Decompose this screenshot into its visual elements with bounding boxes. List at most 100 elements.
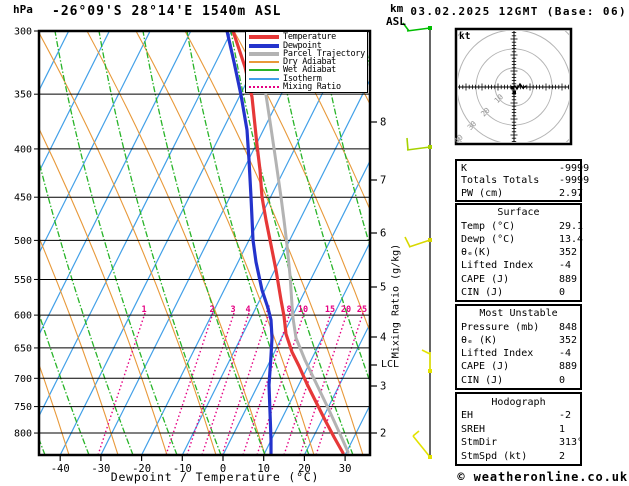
index-value: 352 [559,247,578,258]
pressure-tick-label: 700 [14,374,32,385]
indices-row: StmSpd (kt) 2 [457,450,580,463]
pressure-tick-label: 350 [14,90,32,101]
legend-swatch-temperature [249,35,279,40]
wind-barb-staff [406,146,431,151]
index-value: 848 [559,321,578,333]
wind-barb-marker [428,238,432,242]
wind-barb-feather [421,349,431,355]
index-label: SREH [461,423,486,435]
index-label: EH [461,410,474,421]
index-label: Pressure (mb) [461,321,540,333]
altitude-tick-label: 3 [380,381,386,393]
mixing-ratio-value-label: 15 [325,305,335,315]
wind-barb-feather [406,137,409,151]
mixing-ratio-value-label: 3 [230,305,235,315]
mixing-ratio-value-label: 2 [209,305,214,315]
indices-row: CIN (J) 0 [457,286,580,299]
hodograph-unit-label: kt [459,31,471,42]
wind-barb-marker [428,145,432,149]
legend-label: Mixing Ratio [283,81,341,92]
indices-row: Pressure (mb) 848 [457,321,580,334]
pressure-tick-label: 450 [14,193,32,204]
index-label: Lifted Index [461,260,534,272]
altitude-tick-label: 2 [380,428,386,440]
indices-row: Totals Totals -9999 [457,174,589,187]
mixing-ratio-axis-label: Mixing Ratio (g/kg) [390,243,402,359]
legend-swatch-dewpoint [249,43,279,48]
pressure-unit-label: hPa [13,3,33,16]
indices-row: StmDir 313° [457,436,584,449]
index-value: -2 [559,410,572,421]
index-value: 2.97 [559,187,584,199]
indices-row: Lifted Index -4 [457,347,580,360]
wind-barb-marker [428,369,432,373]
index-label: CAPE (J) [461,361,510,373]
index-value: 1 [559,423,566,435]
lcl-label: LCL [381,359,400,370]
legend-swatch-wet-adiabat [249,69,279,72]
pressure-tick-label: 300 [14,27,32,38]
indices-row: Lifted Index -4 [457,259,580,272]
indices-box-header: Hodograph [491,396,546,408]
index-label: θₑ (K) [461,334,498,346]
index-label: CIN (J) [461,374,504,386]
indices-box-surface: Surface Temp (°C) 29.1 Dewp (°C) 13.4 θₑ(K) 35… [455,203,584,302]
indices-row: θₑ (K) 352 [457,334,580,347]
altitude-unit-label: km [390,2,404,15]
pressure-tick-label: 400 [14,144,32,155]
index-label: StmDir [461,437,498,448]
mixing-ratio-value-label: 25 [357,305,367,315]
chart-legend: Temperature Dewpoint Parcel Trajectory Dry … [245,31,368,93]
mixing-ratio-value-label: 10 [298,305,308,315]
legend-swatch-isotherm [249,77,279,80]
indices-box-hodograph: Hodograph EH -2 SREH 1 StmDir 313° StmSpd (kt) 2 [455,392,584,466]
altitude-tick-label: 6 [380,228,386,240]
pressure-tick-label: 800 [14,429,32,440]
index-label: Dewp (°C) [461,233,516,245]
indices-row: SREH 1 [457,423,580,436]
hodograph-storm-marker [512,91,516,95]
mixing-ratio-value-label: 20 [341,305,351,315]
hodograph-origin-marker [511,86,515,90]
indices-row: CAPE (J) 889 [457,360,580,373]
altitude-ref-label: ASL [386,15,406,28]
legend-item: Mixing Ratio [249,83,367,91]
pressure-tick-label: 550 [14,275,32,286]
indices-row: CIN (J) 0 [457,374,580,387]
index-value: -4 [559,348,572,360]
mixing-ratio-value-label: 1 [141,305,146,315]
mixing-ratio-line [97,312,146,454]
altitude-tick-label: 8 [380,117,386,129]
index-label: Lifted Index [461,348,534,360]
wind-barb-staff [406,27,431,32]
pressure-tick-label: 750 [14,402,32,413]
index-value: 313° [559,437,584,448]
pressure-tick-label: 650 [14,343,32,354]
indices-box-header: Surface [497,207,540,219]
indices-row: PW (cm) 2.97 [457,187,584,199]
indices-row: CAPE (J) 889 [457,273,580,286]
index-value: -9999 [559,175,590,187]
index-value: 889 [559,361,578,373]
wind-barb-feather [412,430,420,437]
index-value: -9999 [559,163,590,174]
index-value: 352 [559,334,578,346]
page-title: -26°09'S 28°14'E 1540m ASL [52,4,282,19]
wind-barb-feather [404,236,411,248]
temperature-axis-label: Dewpoint / Temperature (°C) [110,470,320,484]
altitude-tick-label: 4 [380,332,386,344]
wind-barb-marker [428,26,432,30]
legend-swatch-dry-adiabat [249,61,279,63]
index-label: PW (cm) [461,187,504,199]
index-value: 0 [559,374,566,386]
copyright-label: © weatheronline.co.uk [457,470,628,484]
skewt-sounding-page: 1 2 3 4 5 8 10 15 20 25 300 350 400 450 500 550 600 650 70… [0,0,629,486]
index-value: 29.1 [559,220,584,232]
indices-row: Dewp (°C) 13.4 [457,233,583,246]
mixing-ratio-line [165,312,214,454]
legend-swatch-parcel-trajectory [249,51,279,56]
index-label: Totals Totals [461,175,540,187]
pressure-tick-label: 500 [14,236,32,247]
indices-box-most-unstable: Most Unstable Pressure (mb) 848 θₑ (K) 352 Li… [455,304,582,390]
legend-swatch-mixing-ratio [249,85,279,88]
